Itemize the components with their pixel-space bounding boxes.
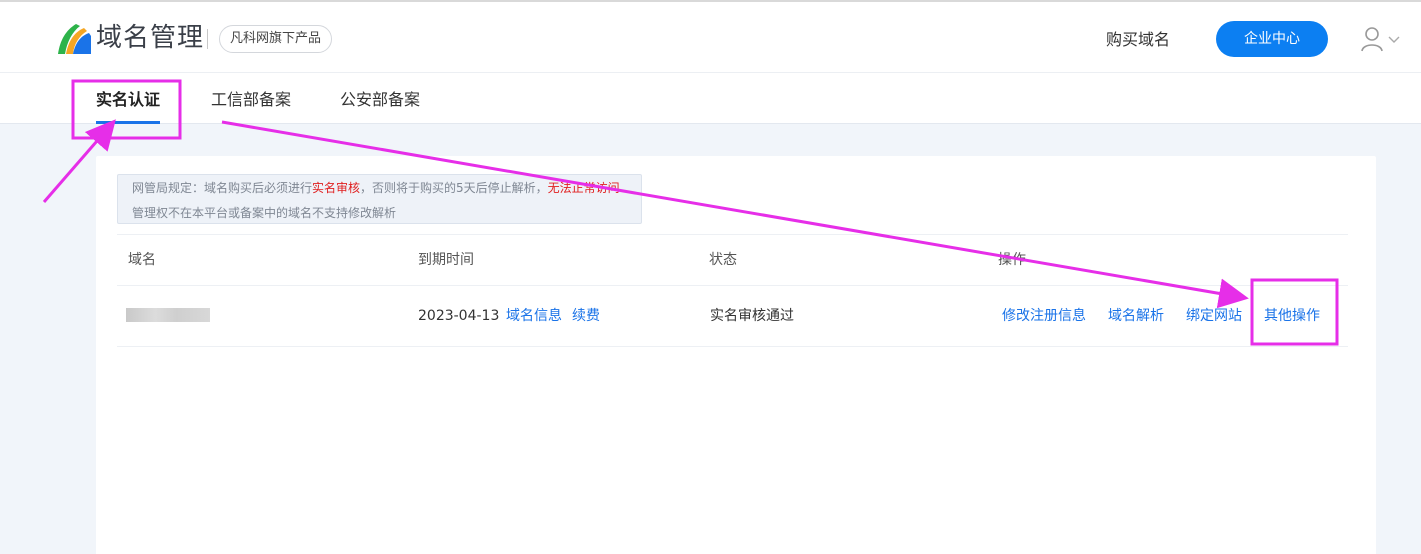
domain-info-link[interactable]: 域名信息: [506, 307, 562, 325]
column-header-actions: 操作: [998, 252, 1026, 268]
masked-domain-name: [126, 308, 210, 322]
notice-line-2: 管理权不在本平台或备案中的域名不支持修改解析: [132, 206, 397, 220]
table-row-divider: [117, 346, 1348, 347]
app-header: 域名管理 凡科网旗下产品 购买域名 企业中心: [0, 2, 1421, 73]
edit-registration-link[interactable]: 修改注册信息: [1002, 307, 1086, 325]
product-badge: 凡科网旗下产品: [219, 25, 333, 53]
notice-box: 网管局规定：域名购买后必须进行实名审核，否则将于购买的5天后停止解析，无法正常访…: [117, 174, 642, 224]
buy-domain-link[interactable]: 购买域名: [1106, 29, 1170, 51]
enterprise-center-button[interactable]: 企业中心: [1216, 21, 1328, 57]
tab-real-name[interactable]: 实名认证: [96, 89, 160, 111]
column-header-status: 状态: [709, 252, 737, 268]
table-header-divider: [117, 285, 1348, 286]
logo-icon: [58, 24, 91, 54]
other-operations-link[interactable]: 其他操作: [1264, 307, 1320, 325]
active-tab-indicator: [96, 121, 160, 124]
expire-date: 2023-04-13: [418, 308, 500, 324]
domain-resolve-link[interactable]: 域名解析: [1108, 307, 1164, 325]
renew-link[interactable]: 续费: [572, 307, 600, 325]
notice-highlight-access: 无法正常访问: [547, 181, 620, 195]
notice-highlight-review: 实名审核: [312, 181, 361, 195]
tab-police-filing[interactable]: 公安部备案: [340, 89, 420, 111]
brand-title: 域名管理: [96, 23, 205, 53]
bind-website-link[interactable]: 绑定网站: [1186, 307, 1242, 325]
chevron-down-icon[interactable]: [1388, 34, 1400, 44]
status-text: 实名审核通过: [710, 308, 794, 324]
tab-bar: 实名认证 工信部备案 公安部备案: [0, 73, 1421, 124]
column-header-domain: 域名: [128, 252, 156, 268]
tab-miit-filing[interactable]: 工信部备案: [211, 89, 291, 111]
brand-divider: [207, 29, 208, 49]
table-top-divider: [117, 234, 1348, 235]
notice-line-1: 网管局规定：域名购买后必须进行实名审核，否则将于购买的5天后停止解析，无法正常访…: [132, 181, 620, 195]
user-icon[interactable]: [1360, 26, 1384, 52]
column-header-expire: 到期时间: [418, 252, 474, 268]
